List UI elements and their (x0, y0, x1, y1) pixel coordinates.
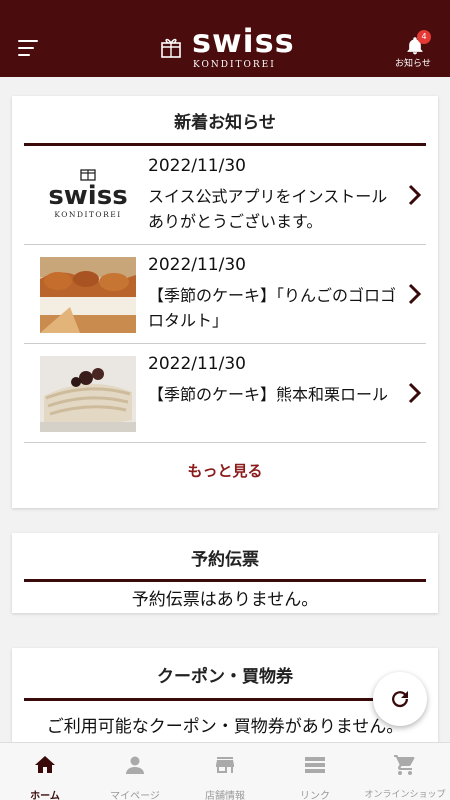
notification-button[interactable]: 4 お知らせ (392, 30, 438, 70)
news-title: 新着お知らせ (174, 113, 276, 133)
news-card: 新着お知らせ swiss KONDITOREI 2022/11/30 スイス公式… (12, 96, 438, 508)
list-icon (305, 757, 325, 773)
coupon-title-rule (24, 698, 426, 701)
news-item[interactable]: 2022/11/30 【季節のケーキ】「りんごのゴロゴロタルト」 (24, 245, 426, 343)
menu-icon[interactable] (18, 40, 40, 56)
news-thumbnail: swiss KONDITOREI (40, 158, 136, 234)
news-item[interactable]: 2022/11/30 【季節のケーキ】熊本和栗ロール (24, 344, 426, 442)
tab-links[interactable]: リンク (270, 743, 360, 800)
tab-label: オンラインショップ (364, 790, 446, 800)
tab-label: ホーム (30, 791, 60, 800)
home-icon (35, 756, 55, 773)
tab-label: リンク (300, 791, 330, 800)
tab-label: マイページ (110, 791, 160, 800)
notification-badge: 4 (417, 30, 431, 44)
news-text: 【季節のケーキ】「りんごのゴロゴロタルト」 (148, 286, 397, 330)
tab-label: 店舗情報 (205, 791, 245, 800)
refresh-button[interactable] (373, 672, 427, 726)
reservation-title: 予約伝票 (191, 550, 259, 570)
svg-text:swiss: swiss (48, 181, 127, 211)
divider (24, 442, 426, 443)
coupon-title: クーポン・買物券 (157, 667, 293, 687)
cart-icon (394, 755, 415, 775)
person-icon (126, 756, 144, 774)
reservation-empty-text: 予約伝票はありません。 (131, 590, 319, 610)
swiss-logo-thumb: swiss KONDITOREI (48, 169, 128, 219)
news-date: 2022/11/30 (148, 156, 246, 176)
news-thumbnail (40, 356, 136, 432)
svg-text:KONDITOREI: KONDITOREI (54, 210, 121, 219)
tab-home[interactable]: ホーム (0, 743, 90, 800)
news-text: スイス公式アプリをインストールありがとうございます。 (148, 187, 388, 231)
chevron-right-icon (408, 283, 422, 305)
chestnut-roll-photo (40, 356, 136, 432)
tab-store-info[interactable]: 店舗情報 (180, 743, 270, 800)
store-icon (216, 757, 234, 773)
news-text: 【季節のケーキ】熊本和栗ロール (148, 385, 389, 404)
refresh-icon (392, 691, 409, 708)
more-link[interactable]: もっと見る (12, 460, 438, 481)
news-date: 2022/11/30 (148, 255, 246, 275)
reservation-title-rule (24, 579, 426, 582)
apple-tart-photo (40, 257, 136, 333)
swiss-logo: swiss KONDITOREI (160, 22, 294, 74)
bottom-tab-bar: ホーム マイページ 店舗情報 リンク オンラインショップ (0, 742, 450, 800)
notification-label: お知らせ (395, 59, 431, 69)
tab-online-shop[interactable]: オンラインショップ (360, 743, 450, 800)
logo-subtitle: KONDITOREI (193, 60, 276, 70)
gift-box-icon (161, 38, 181, 58)
logo-word: swiss (192, 22, 295, 60)
coupon-empty-text: ご利用可能なクーポン・買物券がありません。 (46, 717, 404, 737)
chevron-right-icon (408, 184, 422, 206)
reservation-card: 予約伝票 予約伝票はありません。 (12, 533, 438, 613)
news-item[interactable]: swiss KONDITOREI 2022/11/30 スイス公式アプリをインス… (24, 146, 426, 244)
news-thumbnail (40, 257, 136, 333)
chevron-right-icon (408, 382, 422, 404)
app-header: swiss KONDITOREI 4 お知らせ (0, 0, 450, 77)
news-date: 2022/11/30 (148, 354, 246, 374)
tab-mypage[interactable]: マイページ (90, 743, 180, 800)
